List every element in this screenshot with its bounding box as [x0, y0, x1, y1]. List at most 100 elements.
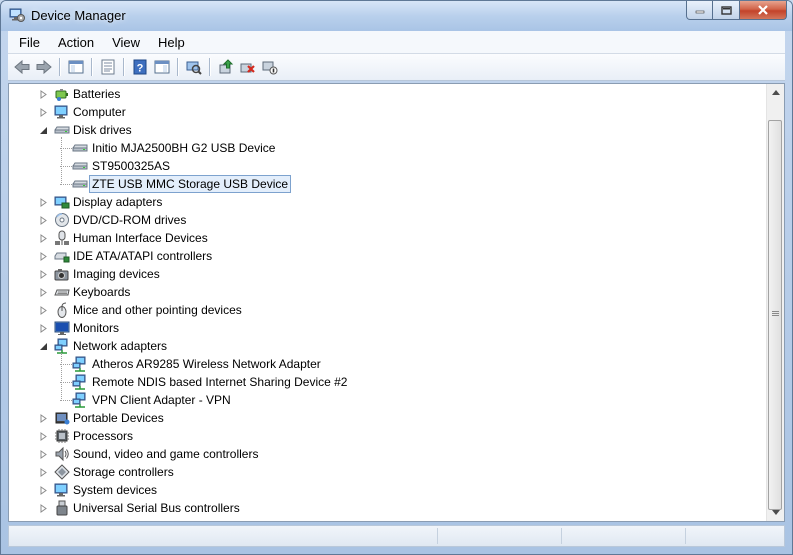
uninstall-button[interactable]: [237, 56, 259, 78]
update-driver-button[interactable]: [215, 56, 237, 78]
tree-item-label: VPN Client Adapter - VPN: [92, 393, 231, 407]
tree-category-ide-ata-atapi-controllers[interactable]: IDE ATA/ATAPI controllers: [9, 247, 769, 265]
tree-category-keyboards[interactable]: Keyboards: [9, 283, 769, 301]
collapsed-triangle-icon[interactable]: [39, 252, 48, 261]
scroll-up-button[interactable]: [767, 84, 784, 101]
collapsed-triangle-icon[interactable]: [39, 234, 48, 243]
window-title: Device Manager: [31, 8, 126, 23]
collapsed-triangle-icon[interactable]: [39, 306, 48, 315]
usb-icon: [56, 500, 68, 516]
forward-button[interactable]: [33, 56, 55, 78]
thumb-grip: [772, 313, 779, 314]
vertical-scrollbar[interactable]: [766, 84, 784, 521]
help-button[interactable]: ?: [129, 56, 151, 78]
collapsed-triangle-icon[interactable]: [39, 90, 48, 99]
tree-item-label: Initio MJA2500BH G2 USB Device: [92, 141, 276, 155]
menu-file[interactable]: File: [8, 35, 47, 50]
minimize-button[interactable]: [686, 1, 713, 20]
expanded-triangle-icon[interactable]: [39, 342, 48, 351]
toolbar-separator: [59, 58, 61, 76]
tree-category-system-devices[interactable]: System devices: [9, 481, 769, 499]
collapsed-triangle-icon[interactable]: [39, 270, 48, 279]
collapsed-triangle-icon[interactable]: [39, 198, 48, 207]
tree-item-label: IDE ATA/ATAPI controllers: [73, 249, 213, 263]
toolbar-separator: [91, 58, 93, 76]
tree-category-human-interface-devices[interactable]: Human Interface Devices: [9, 229, 769, 247]
back-button[interactable]: [11, 56, 33, 78]
network-adapter-icon: [54, 338, 68, 354]
maximize-button[interactable]: [713, 1, 740, 20]
menu-action[interactable]: Action: [47, 35, 101, 50]
status-pane: [685, 528, 686, 544]
tree-item-label: Monitors: [73, 321, 120, 335]
tree-device-remote-ndis-based-internet-sharing-device-2[interactable]: Remote NDIS based Internet Sharing Devic…: [9, 373, 769, 391]
tree-category-disk-drives[interactable]: Disk drives: [9, 121, 769, 139]
collapsed-triangle-icon[interactable]: [39, 324, 48, 333]
disable-icon: [262, 61, 278, 75]
collapsed-triangle-icon[interactable]: [39, 432, 48, 441]
tree-category-portable-devices[interactable]: Portable Devices: [9, 409, 769, 427]
tree-device-initio-mja2500bh-g2-usb-device[interactable]: Initio MJA2500BH G2 USB Device: [9, 139, 769, 157]
tree-item-label: Atheros AR9285 Wireless Network Adapter: [92, 357, 321, 371]
disable-button[interactable]: [259, 56, 281, 78]
collapsed-triangle-icon[interactable]: [39, 288, 48, 297]
tree-category-dvd-cd-rom-drives[interactable]: DVD/CD-ROM drives: [9, 211, 769, 229]
tree-item-label: Storage controllers: [73, 465, 174, 479]
tree-device-atheros-ar9285-wireless-network-adapter[interactable]: Atheros AR9285 Wireless Network Adapter: [9, 355, 769, 373]
menu-help[interactable]: Help: [147, 35, 192, 50]
tree-category-processors[interactable]: Processors: [9, 427, 769, 445]
close-button[interactable]: [740, 1, 787, 20]
tree-category-batteries[interactable]: Batteries: [9, 85, 769, 103]
tree-category-imaging-devices[interactable]: Imaging devices: [9, 265, 769, 283]
show-hide-console-tree-button[interactable]: [65, 56, 87, 78]
collapsed-triangle-icon[interactable]: [39, 450, 48, 459]
collapsed-triangle-icon[interactable]: [39, 504, 48, 513]
uninstall-icon: [240, 63, 255, 73]
scan-hardware-button[interactable]: [183, 56, 205, 78]
menu-view[interactable]: View: [101, 35, 147, 50]
computer-icon: [54, 105, 68, 119]
tree-item-label: Batteries: [73, 87, 121, 101]
display-adapter-icon: [54, 196, 70, 209]
collapsed-triangle-icon[interactable]: [39, 216, 48, 225]
scroll-down-button[interactable]: [767, 504, 784, 521]
collapsed-triangle-icon[interactable]: [39, 414, 48, 423]
network-adapter-icon: [72, 392, 86, 408]
tree-category-sound-video-and-game-controllers[interactable]: Sound, video and game controllers: [9, 445, 769, 463]
tree-item-label: Keyboards: [73, 285, 131, 299]
tree-item-label: Sound, video and game controllers: [73, 447, 259, 461]
tree-category-network-adapters[interactable]: Network adapters: [9, 337, 769, 355]
tree-device-zte-usb-mmc-storage-usb-device[interactable]: ZTE USB MMC Storage USB Device: [9, 175, 769, 193]
system-device-icon: [54, 483, 68, 497]
tree-category-mice-and-other-pointing-devices[interactable]: Mice and other pointing devices: [9, 301, 769, 319]
tree-item-label: ZTE USB MMC Storage USB Device: [89, 175, 292, 193]
tree-item-label: Human Interface Devices: [73, 231, 208, 245]
tree-device-st9500325as[interactable]: ST9500325AS: [9, 157, 769, 175]
collapsed-triangle-icon[interactable]: [39, 486, 48, 495]
camera-icon: [54, 269, 69, 281]
collapsed-triangle-icon[interactable]: [39, 468, 48, 477]
storage-controller-icon: [54, 464, 70, 480]
menu-bar: File Action View Help: [8, 31, 785, 54]
collapsed-triangle-icon[interactable]: [39, 108, 48, 117]
tree-category-monitors[interactable]: Monitors: [9, 319, 769, 337]
title-bar[interactable]: Device Manager: [1, 1, 792, 31]
properties-button[interactable]: [97, 56, 119, 78]
maximize-icon: [720, 5, 732, 15]
speaker-icon: [55, 446, 69, 462]
show-action-pane-button[interactable]: [151, 56, 173, 78]
device-tree-pane[interactable]: Batteries Computer Disk drives Initio MJA25…: [8, 83, 785, 522]
tree-device-vpn-client-adapter-vpn[interactable]: VPN Client Adapter - VPN: [9, 391, 769, 409]
tree-category-computer[interactable]: Computer: [9, 103, 769, 121]
toolbar-separator: [209, 58, 211, 76]
tree-category-universal-serial-bus-controllers[interactable]: Universal Serial Bus controllers: [9, 499, 769, 517]
tree-category-storage-controllers[interactable]: Storage controllers: [9, 463, 769, 481]
tree-category-display-adapters[interactable]: Display adapters: [9, 193, 769, 211]
tree-item-label: ST9500325AS: [92, 159, 171, 173]
expanded-triangle-icon[interactable]: [39, 126, 48, 135]
thumb-grip: [772, 315, 779, 316]
mouse-icon: [57, 302, 67, 318]
scrollbar-thumb[interactable]: [768, 120, 782, 510]
disk-drive-icon: [72, 144, 88, 152]
tree-item-label: System devices: [73, 483, 158, 497]
